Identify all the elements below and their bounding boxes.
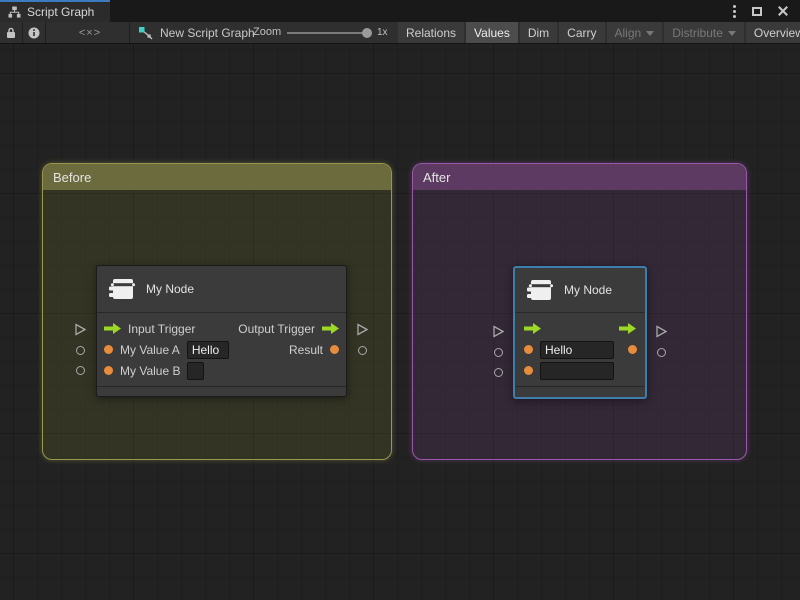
group-after-title: After (423, 170, 450, 185)
values-label: Values (474, 26, 510, 40)
flow-input-port-icon[interactable] (524, 323, 541, 334)
external-value-input-port[interactable] (494, 368, 503, 377)
external-value-input-port[interactable] (76, 366, 85, 375)
external-flow-output-port[interactable] (656, 325, 667, 338)
kebab-menu-icon[interactable] (733, 10, 736, 13)
window-controls (733, 0, 800, 22)
value-a-row: My Value A Result (97, 339, 346, 360)
chevron-down-icon (646, 31, 654, 36)
graph-canvas[interactable]: Before After My Node (0, 44, 800, 600)
node-title: My Node (564, 283, 612, 297)
inspect-button[interactable] (23, 22, 45, 44)
lock-icon (6, 27, 16, 39)
node-after-header[interactable]: My Node (515, 268, 645, 313)
value-output-port-icon[interactable] (330, 345, 339, 354)
zoom-label: Zoom (253, 26, 281, 38)
graph-breadcrumb[interactable]: New Script Graph (133, 22, 255, 44)
zoom-slider-handle[interactable] (362, 28, 372, 38)
input-trigger-label: Input Trigger (128, 322, 195, 336)
tab-script-graph[interactable]: Script Graph (0, 0, 110, 22)
group-before-title: Before (53, 170, 91, 185)
output-trigger-label: Output Trigger (238, 322, 315, 336)
node-footer (515, 386, 645, 396)
group-before-header[interactable]: Before (43, 164, 391, 190)
align-label: Align (615, 26, 642, 40)
toolbar-buttons: Relations Values Dim Carry Align Distrib… (396, 22, 800, 43)
graph-name-label: New Script Graph (160, 26, 255, 40)
flow-output-port-icon[interactable] (619, 323, 636, 334)
external-value-output-port[interactable] (657, 348, 666, 357)
value-a-input[interactable] (187, 341, 229, 359)
node-after-ports (515, 313, 645, 386)
value-output-port-icon[interactable] (628, 345, 637, 354)
relations-label: Relations (406, 26, 456, 40)
maximize-icon[interactable] (752, 7, 762, 16)
script-graph-window: Script Graph <×> (0, 0, 800, 600)
tab-title: Script Graph (27, 5, 94, 19)
dim-label: Dim (528, 26, 549, 40)
code-icon: <×> (79, 27, 101, 39)
carry-label: Carry (567, 26, 596, 40)
node-after[interactable]: My Node (513, 266, 647, 399)
value-b-row: My Value B (97, 360, 346, 381)
overview-button[interactable]: Overview (746, 22, 800, 43)
unit-icon (527, 278, 553, 302)
node-before-header[interactable]: My Node (97, 266, 346, 313)
group-after-header[interactable]: After (413, 164, 746, 190)
value-input-port-icon[interactable] (104, 345, 113, 354)
relations-button[interactable]: Relations (398, 22, 464, 43)
trigger-row: Input Trigger Output Trigger (97, 318, 346, 339)
external-flow-output-port[interactable] (357, 323, 368, 336)
values-button[interactable]: Values (466, 22, 518, 43)
dim-button[interactable]: Dim (520, 22, 557, 43)
overview-label: Overview (754, 26, 800, 40)
result-label: Result (289, 343, 323, 357)
unit-icon (109, 277, 135, 301)
graph-hierarchy-icon (8, 6, 21, 18)
external-flow-input-port[interactable] (493, 325, 504, 338)
value-input-port-icon[interactable] (104, 366, 113, 375)
lock-button[interactable] (0, 22, 22, 44)
external-flow-input-port[interactable] (75, 323, 86, 336)
value-input-port-icon[interactable] (524, 345, 533, 354)
external-value-output-port[interactable] (358, 346, 367, 355)
external-value-input-port[interactable] (76, 346, 85, 355)
distribute-dropdown[interactable]: Distribute (664, 22, 744, 43)
tab-bar: Script Graph (0, 0, 800, 22)
node-title: My Node (146, 282, 194, 296)
zoom-value: 1x (377, 27, 388, 38)
value-a-row (515, 339, 645, 360)
flow-input-port-icon[interactable] (104, 323, 121, 334)
align-dropdown[interactable]: Align (607, 22, 663, 43)
script-graph-asset-icon (139, 27, 153, 40)
node-footer (97, 386, 346, 396)
distribute-label: Distribute (672, 26, 723, 40)
value-a-label: My Value A (120, 343, 180, 357)
value-b-input[interactable] (540, 362, 614, 380)
value-a-input[interactable] (540, 341, 614, 359)
toolbar-separator (45, 22, 46, 43)
flow-output-port-icon[interactable] (322, 323, 339, 334)
zoom-slider[interactable] (287, 32, 369, 34)
chevron-down-icon (728, 31, 736, 36)
graph-toolbar: <×> New Script Graph Zoom 1x Relations V… (0, 22, 800, 44)
close-icon[interactable] (778, 6, 788, 16)
value-b-input[interactable] (187, 362, 204, 380)
edit-source-button[interactable]: <×> (64, 22, 116, 44)
toolbar-separator (129, 22, 130, 43)
info-icon (28, 27, 40, 39)
value-input-port-icon[interactable] (524, 366, 533, 375)
value-b-label: My Value B (120, 364, 180, 378)
trigger-row (515, 318, 645, 339)
carry-button[interactable]: Carry (559, 22, 604, 43)
value-b-row (515, 360, 645, 381)
external-value-input-port[interactable] (494, 348, 503, 357)
node-before[interactable]: My Node Input Trigger Output Trigger My … (96, 265, 347, 397)
node-before-ports: Input Trigger Output Trigger My Value A … (97, 313, 346, 386)
